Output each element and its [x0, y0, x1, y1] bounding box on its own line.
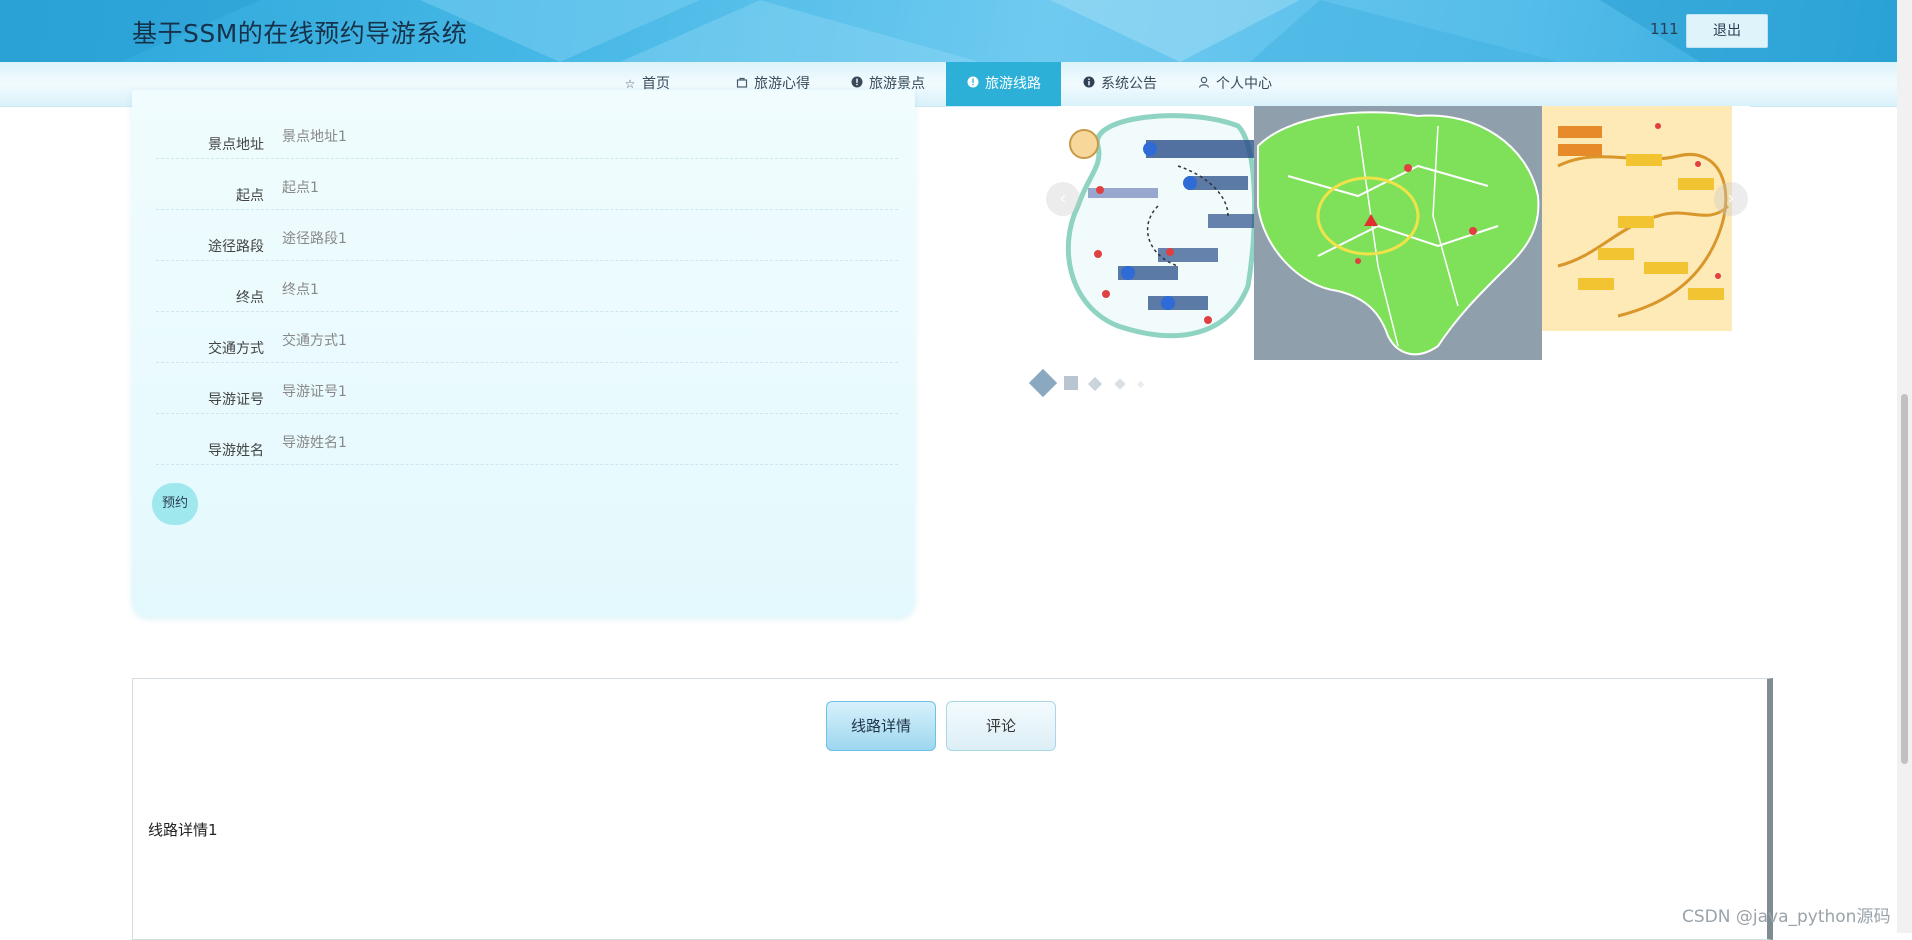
site-header: 基于SSM的在线预约导游系统 111 退出 [0, 0, 1897, 62]
username-label: 111 [1650, 20, 1679, 38]
chevron-right-icon: › [1727, 188, 1735, 209]
info-value: 途径路段1 [282, 231, 347, 247]
info-row-guide-license: 导游证号 导游证号1 [156, 363, 898, 414]
carousel-next-button[interactable]: › [1714, 182, 1748, 216]
info-row-attraction-address: 景点地址 景点地址1 [156, 108, 898, 159]
info-label: 导游证号 [208, 392, 264, 408]
scrollbar-thumb[interactable] [1901, 394, 1908, 764]
route-info-panel: 景点地址 景点地址1 起点 起点1 途径路段 途径路段1 终点 终点1 交通方式… [132, 90, 915, 617]
info-label: 终点 [236, 290, 264, 306]
info-value: 导游证号1 [282, 384, 347, 400]
chevron-left-icon: ‹ [1059, 188, 1067, 209]
info-value: 终点1 [282, 282, 319, 298]
info-label: 景点地址 [208, 137, 264, 153]
info-row-start-point: 起点 起点1 [156, 159, 898, 210]
logout-button[interactable]: 退出 [1686, 14, 1768, 48]
route-detail-box: 线路详情 评论 线路详情1 [132, 678, 1773, 940]
info-circle-icon [1082, 62, 1096, 106]
nav-item-travel-routes[interactable]: 旅游线路 [946, 62, 1061, 106]
info-label: 交通方式 [208, 341, 264, 357]
nav-item-announcements[interactable]: 系统公告 [1082, 62, 1157, 106]
route-image-carousel[interactable] [1058, 106, 1750, 360]
nav-item-label: 系统公告 [1101, 76, 1157, 92]
info-value: 景点地址1 [282, 129, 347, 145]
site-title: 基于SSM的在线预约导游系统 [132, 19, 468, 48]
carousel-dot[interactable] [1087, 376, 1103, 392]
info-value: 起点1 [282, 180, 319, 196]
book-button[interactable]: 预约 [152, 483, 198, 525]
info-row-transport-mode: 交通方式 交通方式1 [156, 312, 898, 363]
carousel-dot[interactable] [1136, 380, 1145, 389]
info-label: 起点 [236, 188, 264, 204]
tab-route-details[interactable]: 线路详情 [826, 701, 936, 751]
carousel-map-images [1058, 106, 1750, 360]
info-value: 交通方式1 [282, 333, 347, 349]
info-row-end-point: 终点 终点1 [156, 261, 898, 312]
nav-item-label: 个人中心 [1216, 76, 1272, 92]
info-row-guide-name: 导游姓名 导游姓名1 [156, 414, 898, 465]
user-icon [1197, 62, 1211, 106]
route-detail-content: 线路详情1 [148, 821, 218, 839]
page-scrollbar[interactable] [1897, 0, 1912, 933]
nav-item-personal-center[interactable]: 个人中心 [1197, 62, 1272, 106]
carousel-dot[interactable] [1114, 378, 1126, 390]
carousel-indicators [1028, 368, 1230, 400]
info-label: 途径路段 [208, 239, 264, 255]
info-label: 导游姓名 [208, 443, 264, 459]
carousel-dot[interactable] [1064, 376, 1078, 390]
carousel-dot[interactable] [1028, 368, 1058, 398]
carousel-prev-button[interactable]: ‹ [1046, 182, 1080, 216]
info-row-route-section: 途径路段 途径路段1 [156, 210, 898, 261]
info-value: 导游姓名1 [282, 435, 347, 451]
exclamation-circle-icon [966, 62, 980, 106]
watermark-text: CSDN @java_python源码 [1682, 907, 1891, 927]
tab-comments[interactable]: 评论 [946, 701, 1056, 751]
nav-item-label: 旅游线路 [985, 76, 1041, 92]
